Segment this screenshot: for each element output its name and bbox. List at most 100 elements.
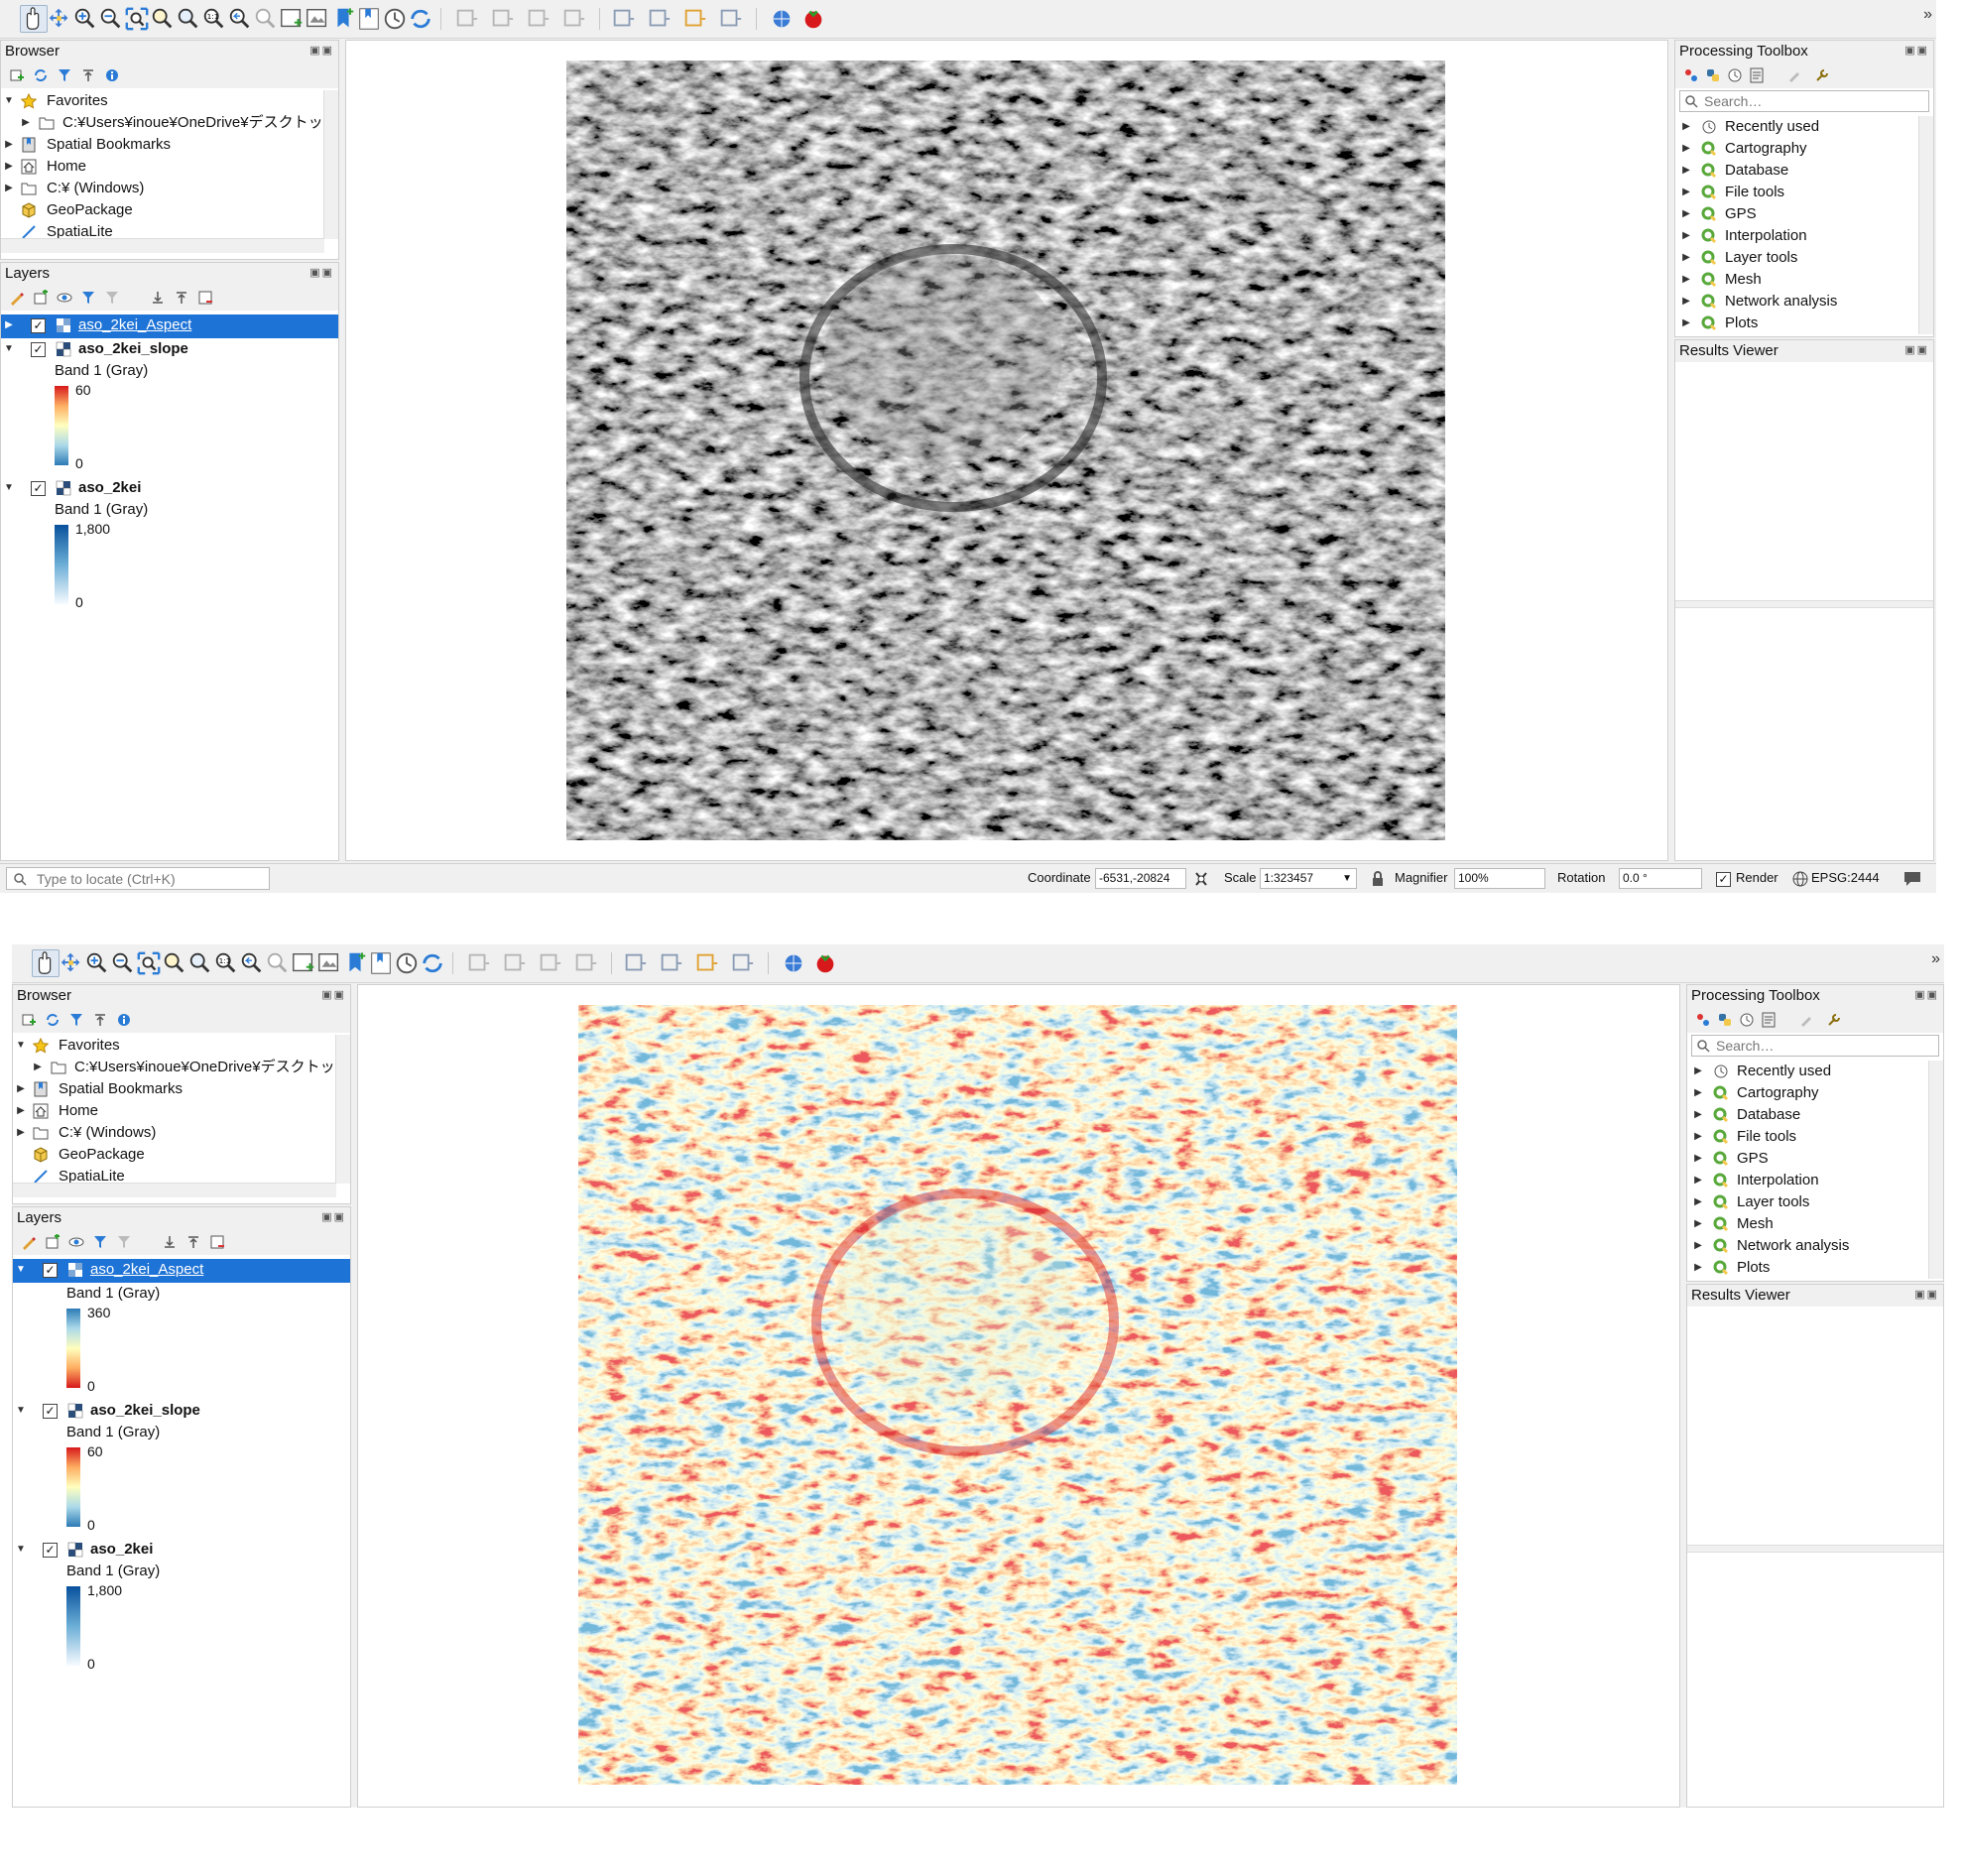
options-wrench-icon[interactable] — [1814, 67, 1830, 83]
manage-map-themes-icon[interactable] — [57, 290, 72, 306]
digitize-button[interactable] — [452, 5, 480, 33]
new-3d-view-button[interactable] — [304, 5, 331, 33]
dock-float-close-icons[interactable]: ▣▣ — [1914, 988, 1939, 1001]
refresh-button[interactable] — [407, 5, 434, 33]
info-icon[interactable] — [104, 67, 120, 83]
dock-float-close-icons[interactable]: ▣▣ — [1904, 44, 1929, 57]
dock-float-close-icons[interactable]: ▣▣ — [321, 988, 346, 1001]
layer-visibility-checkbox[interactable]: ✓ — [43, 1543, 58, 1558]
filter-legend-icon[interactable] — [92, 1234, 108, 1250]
magnifier-spinbox[interactable]: 100% — [1454, 868, 1545, 889]
browser-item-geopackage[interactable]: GeoPackage — [13, 1144, 350, 1166]
show-bookmarks-button[interactable] — [367, 949, 395, 977]
select-features-button[interactable] — [609, 5, 637, 33]
expand-arrow-icon[interactable]: ▶ — [1681, 247, 1691, 269]
select-by-location-button[interactable] — [692, 949, 720, 977]
new-bookmark-button[interactable] — [329, 5, 357, 33]
layer-visibility-checkbox[interactable]: ✓ — [31, 318, 46, 333]
layer-aso-2kei-aspect[interactable]: ▶ ✓ aso_2kei_Aspect — [1, 314, 338, 338]
browser-vertical-scrollbar[interactable] — [335, 1035, 350, 1184]
options-wrench-icon[interactable] — [1826, 1012, 1842, 1028]
expand-arrow-icon[interactable]: ▶ — [1693, 1126, 1703, 1148]
dock-float-close-icons[interactable]: ▣▣ — [1904, 343, 1929, 356]
coordinate-field[interactable]: -6531,-20824 — [1095, 868, 1186, 889]
expand-arrow-icon[interactable]: ▶ — [1681, 203, 1691, 225]
shape-tool-button[interactable] — [559, 5, 587, 33]
models-icon[interactable] — [1683, 67, 1699, 83]
temporal-controller-button[interactable] — [393, 949, 421, 977]
filter-icon[interactable] — [57, 67, 72, 83]
browser-item-spatial-bookmarks[interactable]: ▶ Spatial Bookmarks — [13, 1078, 350, 1100]
pan-map-button[interactable] — [32, 949, 60, 977]
browser-item-desktop[interactable]: ▶ C:¥Users¥inoue¥OneDrive¥デスクトップ — [13, 1057, 350, 1078]
toolbox-scrollbar[interactable] — [1918, 116, 1933, 334]
browser-item-favorites[interactable]: ▼ Favorites — [13, 1035, 350, 1057]
toolbox-item[interactable]: ▶ File tools — [1675, 182, 1933, 203]
zoom-to-layer-button[interactable] — [175, 5, 202, 33]
add-selected-layers-icon[interactable] — [21, 1012, 37, 1028]
vertex-tool-button[interactable] — [500, 949, 528, 977]
expand-arrow-icon[interactable]: ▶ — [1681, 313, 1691, 334]
expand-arrow-icon[interactable]: ▶ — [1693, 1148, 1703, 1170]
results-splitter[interactable] — [1675, 600, 1933, 608]
layer-aso-2kei-aspect[interactable]: ▼ ✓ aso_2kei_Aspect — [13, 1259, 350, 1283]
zoom-last-button[interactable] — [238, 949, 266, 977]
expand-arrow-icon[interactable]: ▶ — [1693, 1082, 1703, 1104]
models-icon[interactable] — [1695, 1012, 1711, 1028]
toolbox-item[interactable]: ▶ File tools — [1687, 1126, 1943, 1148]
filter-by-expression-icon[interactable] — [104, 290, 120, 306]
layer-visibility-checkbox[interactable]: ✓ — [43, 1404, 58, 1419]
deselect-button[interactable] — [645, 5, 673, 33]
node-tool-button[interactable] — [536, 949, 563, 977]
browser-item-home[interactable]: ▶ Home — [13, 1100, 350, 1122]
edit-features-in-place-icon[interactable] — [1786, 67, 1802, 83]
zoom-out-button[interactable] — [97, 5, 125, 33]
toolbox-item[interactable]: ▶ Recently used — [1675, 116, 1933, 138]
messages-icon[interactable] — [1902, 870, 1922, 888]
refresh-icon[interactable] — [33, 67, 49, 83]
select-by-location-button[interactable] — [680, 5, 708, 33]
zoom-full-button[interactable] — [123, 5, 151, 33]
browser-horizontal-scrollbar[interactable] — [1, 238, 324, 253]
lock-icon[interactable] — [1371, 871, 1385, 887]
expand-arrow-icon[interactable]: ▶ — [1693, 1191, 1703, 1213]
filter-legend-icon[interactable] — [80, 290, 96, 306]
collapse-all-icon[interactable] — [174, 290, 189, 306]
identify-button[interactable] — [728, 949, 756, 977]
temporal-controller-button[interactable] — [381, 5, 409, 33]
toolbox-item[interactable]: ▶ Database — [1687, 1104, 1943, 1126]
toolbox-item[interactable]: ▶ Plots — [1687, 1257, 1943, 1279]
zoom-full-button[interactable] — [135, 949, 163, 977]
python-scripts-icon[interactable] — [1717, 1012, 1733, 1028]
results-viewer-icon[interactable] — [1749, 67, 1765, 83]
browser-item-favorites[interactable]: ▼ Favorites — [1, 90, 338, 112]
expand-arrow-icon[interactable]: ▶ — [1693, 1061, 1703, 1082]
collapse-all-icon[interactable] — [92, 1012, 108, 1028]
toolbox-item[interactable]: ▶ Mesh — [1675, 269, 1933, 291]
toolbox-item[interactable]: ▶ Network analysis — [1675, 291, 1933, 313]
toolbox-item[interactable]: ▶ Plots — [1675, 313, 1933, 334]
new-map-view-button[interactable] — [290, 949, 317, 977]
browser-item-spatial-bookmarks[interactable]: ▶ Spatial Bookmarks — [1, 134, 338, 156]
toolbox-item[interactable]: ▶ Cartography — [1687, 1082, 1943, 1104]
style-manager-icon[interactable] — [9, 290, 25, 306]
zoom-in-button[interactable] — [83, 949, 111, 977]
dock-float-close-icons[interactable]: ▣▣ — [309, 44, 334, 57]
style-manager-icon[interactable] — [21, 1234, 37, 1250]
info-icon[interactable] — [116, 1012, 132, 1028]
expand-arrow-icon[interactable]: ▶ — [1681, 225, 1691, 247]
zoom-to-selection-button[interactable] — [161, 949, 188, 977]
plugin-qgis2web-button[interactable] — [780, 949, 807, 977]
layer-visibility-checkbox[interactable]: ✓ — [43, 1263, 58, 1278]
show-bookmarks-button[interactable] — [355, 5, 383, 33]
expand-arrow-icon[interactable]: ▶ — [1681, 291, 1691, 313]
toolbox-item[interactable]: ▶ GPS — [1675, 203, 1933, 225]
zoom-to-selection-button[interactable] — [149, 5, 177, 33]
browser-item-c-drive[interactable]: ▶ C:¥ (Windows) — [13, 1122, 350, 1144]
browser-item-geopackage[interactable]: GeoPackage — [1, 199, 338, 221]
collapse-all-icon[interactable] — [80, 67, 96, 83]
toolbox-search-input[interactable]: Search… — [1691, 1035, 1939, 1057]
render-checkbox[interactable]: ✓ — [1716, 872, 1731, 887]
expand-arrow-icon[interactable]: ▶ — [1681, 160, 1691, 182]
expand-arrow-icon[interactable]: ▶ — [1681, 116, 1691, 138]
